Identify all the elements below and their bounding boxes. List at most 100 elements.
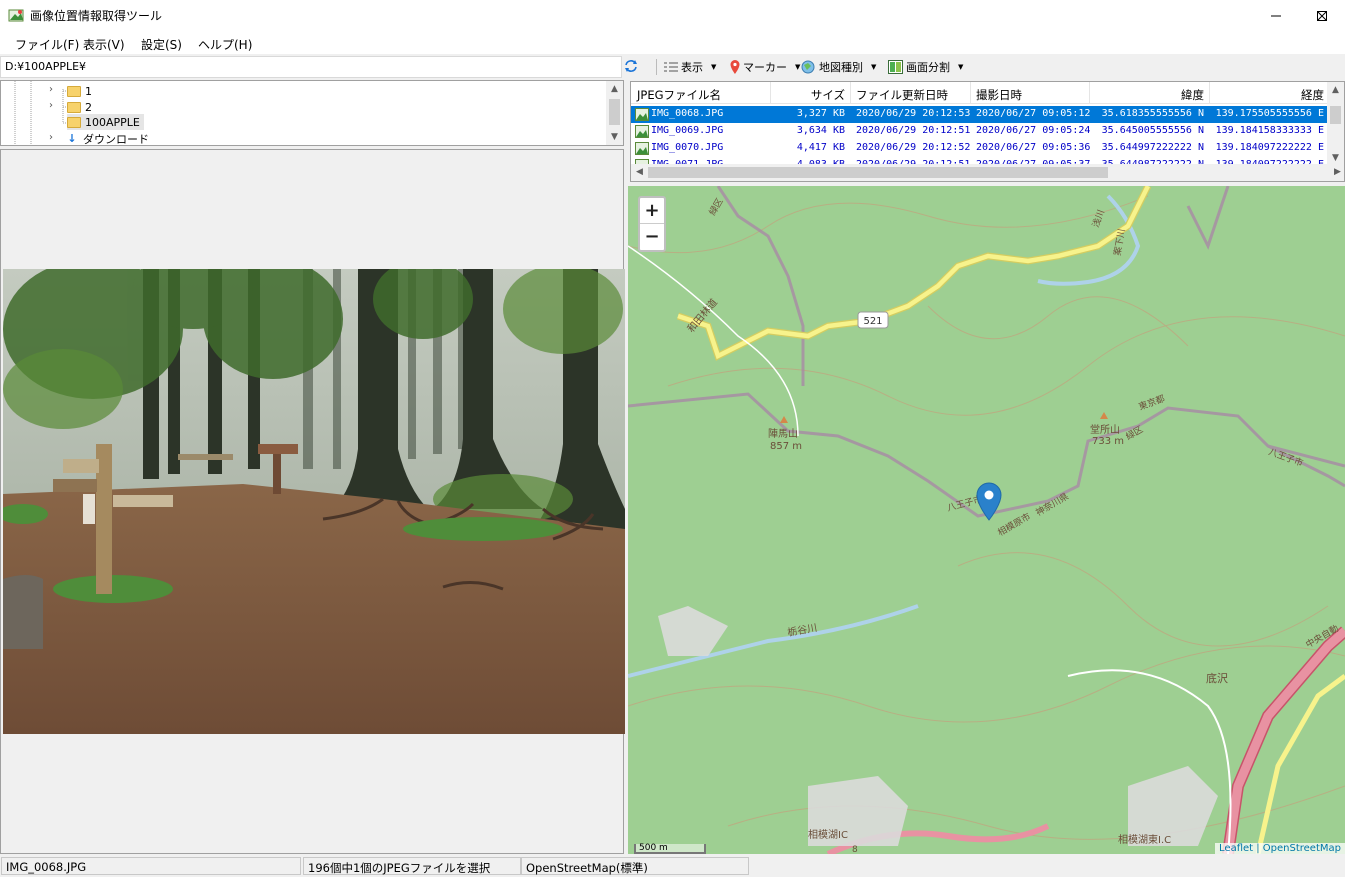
table-cell: 2020/06/29 20:12:52 [856,142,971,153]
dropdown-arrow-icon: ▼ [711,63,717,71]
view-label: 表示 [681,61,703,74]
menu-file[interactable]: ファイル(F) [15,36,79,53]
map-attribution[interactable]: Leaflet | OpenStreetMap [1215,843,1345,854]
table-cell: 2020/06/29 20:12:51 [856,125,971,136]
close-button[interactable] [1299,0,1345,31]
tree-item-100apple[interactable]: 100APPLE [67,114,144,130]
zoom-in-button[interactable]: + [640,198,664,224]
tree-item-1[interactable]: 1 [67,83,92,99]
maptype-label: 地図種別 [819,61,863,74]
column-header-size[interactable]: サイズ [781,87,845,103]
scrollbar-thumb[interactable] [648,167,1108,178]
window-title: 画像位置情報取得ツール [30,9,163,23]
menu-view[interactable]: 表示(V) [83,36,125,53]
table-row[interactable]: IMG_0070.JPG 4,417 KB 2020/06/29 20:12:52 2… [631,140,1342,157]
map-view[interactable]: 521 和田林道 陣馬山 857 m 堂所山 733 m 東京都 緑区 八王子市… [628,186,1345,854]
column-separator[interactable] [1089,82,1090,104]
menu-bar: ファイル(F) 表示(V) 設定(S) ヘルプ(H) [0,31,1345,54]
column-separator[interactable] [970,82,971,104]
scroll-up-icon[interactable]: ▲ [606,81,623,97]
toolbar-separator [656,59,657,75]
refresh-icon[interactable] [623,58,639,77]
route-number-label: 521 [863,316,882,327]
tree-item-2[interactable]: 2 [67,99,92,115]
column-header-latitude[interactable]: 緯度 [1101,87,1204,103]
scrollbar-thumb[interactable] [1330,106,1341,124]
photo-preview-pane [0,149,625,854]
file-list-header: JPEGファイル名 サイズ ファイル更新日時 撮影日時 緯度 経度 [631,82,1344,104]
table-cell: 35.644997222222 N [1101,142,1204,153]
map-label-sagamiko-ic: 相模湖IC [808,828,848,841]
menu-help[interactable]: ヘルプ(H) [198,36,252,53]
scroll-down-icon[interactable]: ▼ [606,129,623,145]
status-map-type: OpenStreetMap(標準) [521,857,749,875]
table-cell: IMG_0070.JPG [651,142,724,153]
view-dropdown-button[interactable]: 表示 ▼ [664,57,716,77]
folder-icon [67,116,81,128]
scroll-up-icon[interactable]: ▲ [1327,82,1344,98]
status-filename: IMG_0068.JPG [1,857,301,875]
map-icon [801,60,815,74]
table-cell: IMG_0069.JPG [651,125,724,136]
jpeg-file-icon [635,142,649,155]
map-label-sagamiko-east-ic: 相模湖東I.C [1118,833,1171,846]
filelist-vertical-scrollbar[interactable]: ▲ ▼ [1327,82,1344,166]
dropdown-arrow-icon: ▼ [871,63,877,71]
status-bar: IMG_0068.JPG 196個中1個のJPEGファイルを選択 OpenStr… [0,856,1345,877]
file-list[interactable]: JPEGファイル名 サイズ ファイル更新日時 撮影日時 緯度 経度 IMG_00… [630,81,1345,182]
minimize-button[interactable] [1253,0,1299,31]
maptype-dropdown-button[interactable]: 地図種別 ▼ [800,57,876,77]
expand-chevron-icon[interactable]: › [49,132,53,143]
tree-item-download[interactable]: ↓ ダウンロード [65,131,149,145]
zoom-out-button[interactable]: − [640,224,664,250]
split-dropdown-button[interactable]: 画面分割 ▼ [888,57,963,77]
scroll-left-icon[interactable]: ◀ [631,164,648,180]
scrollbar-thumb[interactable] [609,99,620,125]
filelist-horizontal-scrollbar[interactable]: ◀ ▶ [631,164,1344,181]
table-cell: 139.184097222222 E [1215,142,1324,153]
map-label-dosho: 堂所山 [1090,424,1120,436]
scroll-right-icon[interactable]: ▶ [1329,164,1344,180]
column-header-shot-date[interactable]: 撮影日時 [976,87,1022,103]
list-view-icon [664,62,678,72]
column-separator[interactable] [850,82,851,104]
column-header-filename[interactable]: JPEGファイル名 [637,87,721,103]
table-cell: 2020/06/29 20:12:53 [856,108,971,119]
column-header-modified[interactable]: ファイル更新日時 [856,87,948,103]
status-selection: 196個中1個のJPEGファイルを選択 [303,857,521,875]
photo-preview [3,269,625,734]
path-value: D:¥100APPLE¥ [5,60,87,73]
marker-dropdown-button[interactable]: マーカー ▼ [730,57,800,77]
minimize-icon [1271,15,1281,16]
map-label-sokozawa: 底沢 [1206,671,1228,685]
menu-settings[interactable]: 設定(S) [141,36,182,53]
map-label-route-8: 8 [852,845,858,854]
tree-vertical-scrollbar[interactable]: ▲ ▼ [606,81,623,145]
app-window: 画像位置情報取得ツール ファイル(F) 表示(V) 設定(S) ヘルプ(H) D… [0,0,1345,877]
expand-chevron-icon[interactable]: › [49,100,53,111]
map-scale: 500 m [634,844,706,854]
table-row[interactable]: IMG_0068.JPG 3,327 KB 2020/06/29 20:12:53 2… [631,106,1342,123]
folder-icon [67,101,81,113]
table-cell: 3,327 KB [796,108,845,119]
table-row[interactable]: IMG_0069.JPG 3,634 KB 2020/06/29 20:12:51 2… [631,123,1342,140]
app-icon [8,7,26,26]
expand-chevron-icon[interactable]: › [49,84,53,95]
map-canvas[interactable]: 521 和田林道 陣馬山 857 m 堂所山 733 m 東京都 緑区 八王子市… [628,186,1345,854]
title-bar: 画像位置情報取得ツール [0,0,1345,31]
zoom-control: + − [638,196,666,252]
table-cell: 3,634 KB [796,125,845,136]
table-cell: 139.175505555556 E [1215,108,1324,119]
tree-item-label: 2 [85,100,92,114]
column-header-longitude[interactable]: 経度 [1221,87,1324,103]
column-separator[interactable] [1209,82,1210,104]
marker-label: マーカー [743,61,787,74]
download-icon: ↓ [67,132,77,145]
column-separator[interactable] [770,82,771,104]
table-cell: IMG_0068.JPG [651,108,724,119]
folder-tree[interactable]: › 1 › 2 100APPLE › ↓ ダウンロード ▲ ▼ [0,80,624,146]
folder-icon [67,85,81,97]
map-label-jinba: 陣馬山 [768,427,798,440]
path-field[interactable]: D:¥100APPLE¥ [0,56,622,78]
toolbar: 表示 ▼ マーカー ▼ 地図種別 ▼ 画面分割 ▼ [648,55,1345,79]
